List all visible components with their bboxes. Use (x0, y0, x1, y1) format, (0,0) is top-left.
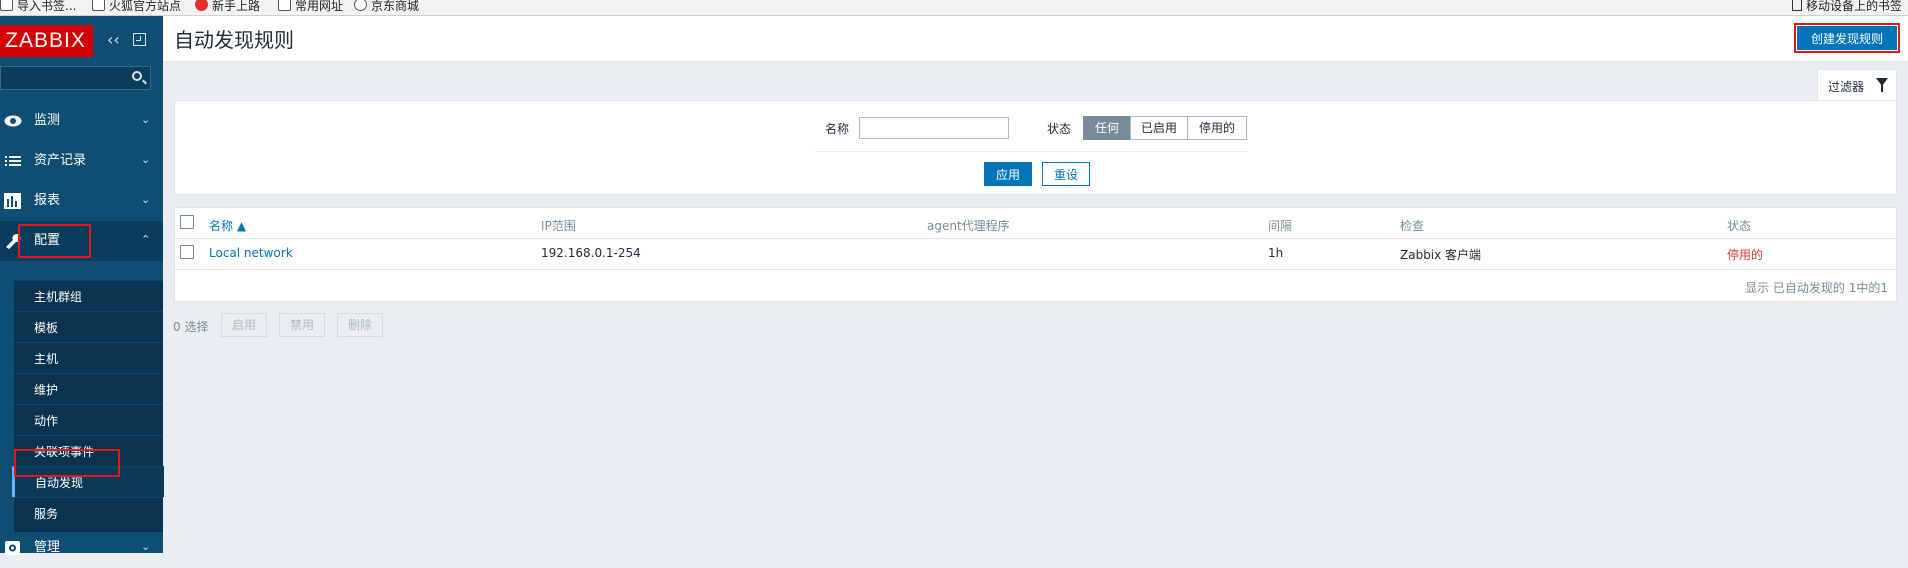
menu-configuration[interactable]: 配置 ⌃ (0, 221, 163, 261)
configuration-submenu: 主机群组 模板 主机 维护 动作 关联项事件 自动发现 服务 (12, 280, 164, 532)
row-divider (175, 269, 1896, 270)
list-icon (5, 156, 21, 166)
discovery-rules-table: 名称 ▲ IP范围 agent代理程序 间隔 检查 状态 Local netwo… (174, 207, 1897, 302)
filter-divider (815, 151, 1248, 152)
gear-icon (5, 541, 20, 555)
bookmark-firefox-site[interactable]: 火狐官方站点 (92, 0, 181, 13)
chevron-down-icon: ⌄ (141, 113, 151, 126)
rule-ip-range: 192.168.0.1-254 (541, 246, 641, 260)
column-header-interval: 间隔 (1268, 219, 1293, 233)
filter-name-input[interactable] (859, 117, 1009, 139)
select-all-checkbox[interactable] (180, 215, 194, 229)
disable-button[interactable]: 禁用 (279, 313, 325, 337)
submenu-maintenance[interactable]: 维护 (14, 373, 163, 404)
bookmark-icon (0, 0, 13, 11)
menu-label: 管理 (34, 540, 61, 555)
filter-reset-button[interactable]: 重设 (1042, 162, 1090, 186)
menu-administration[interactable]: 管理 ⌄ (0, 528, 163, 568)
submenu-event-correlation[interactable]: 关联项事件 (14, 435, 163, 466)
mobile-icon (1791, 0, 1802, 11)
filter-apply-button[interactable]: 应用 (984, 162, 1032, 186)
sidebar-search-input[interactable] (0, 66, 151, 90)
folder-icon (92, 0, 105, 11)
chevron-down-icon: ⌄ (141, 153, 151, 166)
page-header: 自动发现规则 创建发现规则 (163, 16, 1908, 62)
menu-label: 监测 (34, 113, 61, 128)
folder-icon (278, 0, 291, 11)
bookmark-import[interactable]: 导入书签... (0, 0, 76, 13)
double-chevron-left-icon[interactable]: ‹‹ (107, 30, 123, 50)
status-option-enabled[interactable]: 已启用 (1130, 116, 1188, 140)
bookmarks-bar: 导入书签... 火狐官方站点 新手上路 常用网址 京东商城 移动设备上的书签 (0, 0, 1908, 16)
bookmark-getting-started[interactable]: 新手上路 (195, 0, 260, 13)
delete-button[interactable]: 删除 (337, 313, 383, 337)
submenu-actions[interactable]: 动作 (14, 404, 163, 435)
filter-tab[interactable]: 过滤器 (1817, 69, 1897, 100)
menu-reports[interactable]: 报表 ⌄ (0, 181, 163, 221)
sidebar: ZABBIX ‹‹ 监测 ⌄ 资产记录 ⌄ 报表 ⌄ 配置 ⌃ 主机群组 模板 … (0, 16, 164, 555)
chevron-down-icon: ⌄ (141, 193, 151, 206)
bar-chart-icon (4, 193, 21, 209)
rule-checks: Zabbix 客户端 (1400, 248, 1482, 262)
submenu-hosts[interactable]: 主机 (14, 342, 163, 373)
filter-panel: 名称 状态 任何 已启用 停用的 应用 重设 (174, 100, 1897, 195)
table-footer-count: 显示 已自动发现的 1中的1 (1745, 281, 1888, 295)
column-header-proxy: agent代理程序 (927, 219, 1010, 233)
row-checkbox[interactable] (180, 245, 194, 259)
enable-button[interactable]: 启用 (221, 313, 267, 337)
filter-icon (1876, 78, 1888, 92)
chevron-down-icon: ⌄ (141, 540, 151, 553)
column-header-ip-range: IP范围 (541, 219, 576, 233)
submenu-services[interactable]: 服务 (14, 497, 163, 528)
column-header-status: 状态 (1727, 219, 1752, 233)
rule-interval: 1h (1268, 246, 1284, 260)
column-header-name[interactable]: 名称 ▲ (209, 217, 246, 234)
status-option-disabled[interactable]: 停用的 (1187, 116, 1247, 140)
submenu-templates[interactable]: 模板 (14, 311, 163, 342)
firefox-icon (195, 0, 208, 11)
wrench-icon (6, 234, 21, 249)
bookmark-common-sites[interactable]: 常用网址 (278, 0, 343, 13)
bookmark-jd[interactable]: 京东商城 (354, 0, 419, 13)
rule-status-toggle[interactable]: 停用的 (1727, 246, 1763, 263)
search-icon[interactable] (132, 71, 142, 81)
zabbix-logo[interactable]: ZABBIX (0, 25, 93, 57)
chevron-up-icon: ⌃ (141, 233, 151, 246)
menu-label: 报表 (34, 193, 61, 208)
rule-name-link[interactable]: Local network (209, 246, 293, 260)
globe-icon (354, 0, 367, 11)
submenu-host-groups[interactable]: 主机群组 (14, 280, 163, 311)
submenu-discovery[interactable]: 自动发现 (12, 466, 164, 497)
filter-name-label: 名称 (825, 122, 850, 136)
bookmark-mobile[interactable]: 移动设备上的书签 (1791, 0, 1902, 14)
menu-inventory[interactable]: 资产记录 ⌄ (0, 141, 163, 181)
menu-monitoring[interactable]: 监测 ⌄ (0, 101, 163, 141)
filter-tab-label: 过滤器 (1828, 80, 1865, 94)
create-discovery-rule-button[interactable]: 创建发现规则 (1797, 26, 1897, 50)
menu-label: 配置 (34, 233, 61, 248)
header-divider (175, 238, 1896, 239)
status-option-any[interactable]: 任何 (1083, 116, 1131, 140)
page-title: 自动发现规则 (174, 28, 294, 52)
column-header-checks: 检查 (1400, 219, 1425, 233)
eye-icon (4, 115, 22, 127)
menu-label: 资产记录 (34, 153, 87, 168)
fullscreen-icon[interactable] (133, 33, 146, 46)
selected-count: 0 选择 (173, 320, 209, 334)
filter-status-label: 状态 (1047, 122, 1072, 136)
